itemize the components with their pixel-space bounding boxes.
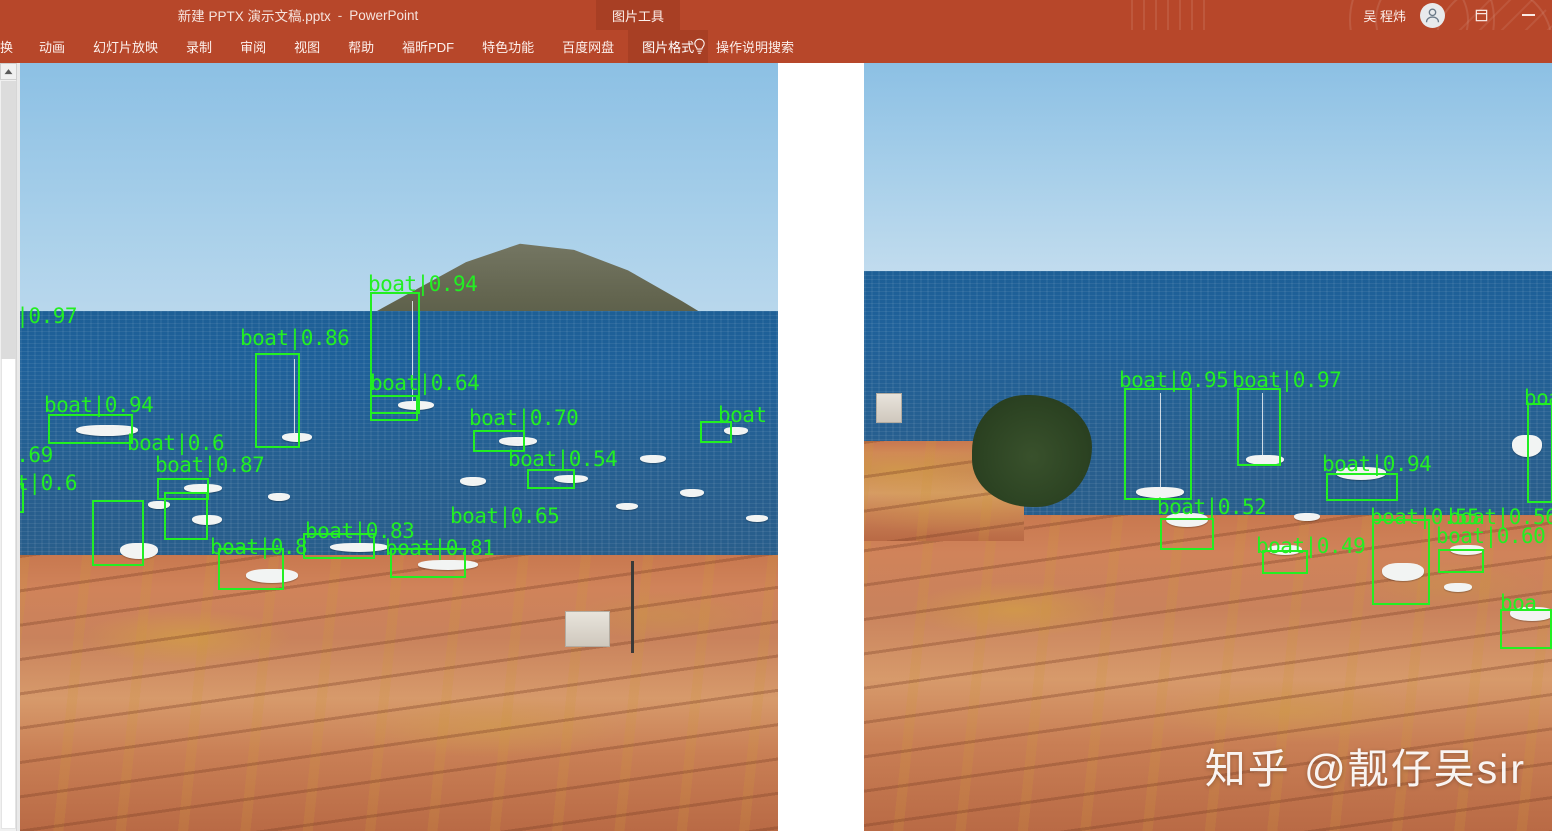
boat-shape — [460, 477, 486, 486]
minimize-icon — [1522, 14, 1535, 16]
watermark-text: 知乎 @靓仔吴sir — [1205, 746, 1526, 792]
boat-shape — [76, 425, 138, 436]
boat-shape — [1268, 545, 1302, 555]
application-name: PowerPoint — [349, 8, 418, 23]
ribbon-tab-label: 帮助 — [348, 37, 374, 56]
ribbon-tab-label: 切换 — [0, 37, 13, 56]
restore-window-button[interactable] — [1464, 0, 1498, 30]
boat-shape — [148, 501, 170, 509]
ribbon-tab-2[interactable]: 幻灯片放映 — [79, 30, 172, 63]
ribbon-tab-8[interactable]: 特色功能 — [468, 30, 548, 63]
boat-shape — [499, 437, 537, 446]
ribbon-tab-5[interactable]: 视图 — [280, 30, 334, 63]
account-name-label: 吴 程炜 — [1363, 6, 1406, 25]
avatar[interactable] — [1420, 3, 1445, 28]
detection-image-left[interactable]: at|0.97boat|0.94boat|0.86boat|0.94boat|0… — [20, 63, 778, 831]
account-name[interactable]: 吴 程炜 — [1363, 0, 1406, 30]
boat-shape — [680, 489, 704, 497]
boat-shape — [1510, 607, 1552, 621]
vertical-scrollbar[interactable] — [0, 63, 17, 831]
roof-region — [20, 555, 778, 831]
boat-shape — [1166, 513, 1208, 527]
ribbon-tab-1[interactable]: 动画 — [25, 30, 79, 63]
detection-image-right[interactable]: boat|0.95boat|0.97boaboat|0.94boat|0.52b… — [864, 63, 1552, 831]
boat-shape — [1444, 583, 1472, 592]
boat-shape — [640, 455, 666, 463]
slide-workspace: at|0.97boat|0.94boat|0.86boat|0.94boat|0… — [0, 63, 1552, 831]
scrollbar-track[interactable] — [1, 359, 16, 829]
boat-shape — [1450, 545, 1484, 555]
boat-shape — [184, 484, 222, 493]
boat-shape — [1512, 435, 1542, 457]
boat-shape — [268, 493, 290, 501]
boat-shape — [1382, 563, 1424, 581]
scrollbar-thumb[interactable] — [1, 81, 16, 359]
document-name: 新建 PPTX 演示文稿.pptx — [178, 5, 331, 25]
restore-window-icon — [1474, 8, 1489, 23]
boat-shape — [120, 543, 158, 559]
utility-pole — [631, 561, 634, 653]
person-icon — [1423, 6, 1442, 25]
boat-shape — [616, 503, 638, 510]
boat-shape — [724, 427, 748, 435]
boat-shape — [192, 515, 222, 525]
watermark: 知乎 @靓仔吴sir — [1205, 735, 1526, 795]
boat-shape — [418, 560, 478, 570]
ribbon-tab-label: 百度网盘 — [562, 37, 614, 56]
contextual-tab-group-label: 图片工具 — [612, 6, 664, 25]
boat-shape — [1336, 467, 1386, 480]
ribbon-tab-9[interactable]: 百度网盘 — [548, 30, 628, 63]
minimize-button[interactable] — [1510, 0, 1546, 30]
scroll-up-button[interactable] — [0, 63, 17, 80]
title-bar: 新建 PPTX 演示文稿.pptx - PowerPoint 图片工具 吴 程炜 — [0, 0, 1552, 30]
boat-shape — [746, 515, 768, 522]
boat-shape — [282, 433, 312, 442]
ribbon-tab-0[interactable]: 切换 — [0, 30, 25, 63]
scroll-up-arrow-icon — [4, 68, 13, 75]
sky-region — [864, 63, 1552, 275]
ribbon-tabs: 切换动画幻灯片放映录制审阅视图帮助福昕PDF特色功能百度网盘图片格式 — [0, 30, 708, 63]
mast-shape — [412, 301, 413, 403]
mast-shape — [294, 359, 295, 435]
chimney — [876, 393, 902, 423]
boat-shape — [246, 569, 298, 583]
boat-shape — [554, 475, 588, 483]
ribbon-tab-7[interactable]: 福昕PDF — [388, 30, 468, 63]
lightbulb-icon — [692, 38, 707, 55]
boat-shape — [1246, 455, 1284, 465]
boat-shape — [1294, 513, 1320, 521]
document-title: 新建 PPTX 演示文稿.pptx - PowerPoint — [0, 0, 596, 30]
boat-shape — [398, 401, 434, 410]
ribbon-tab-label: 福昕PDF — [402, 37, 454, 56]
contextual-tab-group-picture-tools: 图片工具 — [596, 0, 680, 30]
ribbon-tab-label: 特色功能 — [482, 37, 534, 56]
ribbon-tab-label: 录制 — [186, 37, 212, 56]
title-separator: - — [338, 8, 343, 23]
ribbon-tab-4[interactable]: 审阅 — [226, 30, 280, 63]
foliage — [972, 395, 1092, 507]
mast-shape — [1160, 393, 1161, 489]
ribbon-tab-label: 动画 — [39, 37, 65, 56]
ribbon-tab-label: 审阅 — [240, 37, 266, 56]
tell-me-search[interactable]: 操作说明搜索 — [684, 30, 794, 63]
ribbon-tab-label: 视图 — [294, 37, 320, 56]
boat-shape — [330, 543, 388, 552]
ribbon-tab-3[interactable]: 录制 — [172, 30, 226, 63]
chimney — [565, 611, 610, 647]
tell-me-label: 操作说明搜索 — [716, 37, 794, 56]
ribbon-tab-strip: 切换动画幻灯片放映录制审阅视图帮助福昕PDF特色功能百度网盘图片格式 操作说明搜… — [0, 30, 1552, 63]
mast-shape — [1262, 393, 1263, 457]
ribbon-tab-label: 幻灯片放映 — [93, 37, 158, 56]
ribbon-tab-6[interactable]: 帮助 — [334, 30, 388, 63]
